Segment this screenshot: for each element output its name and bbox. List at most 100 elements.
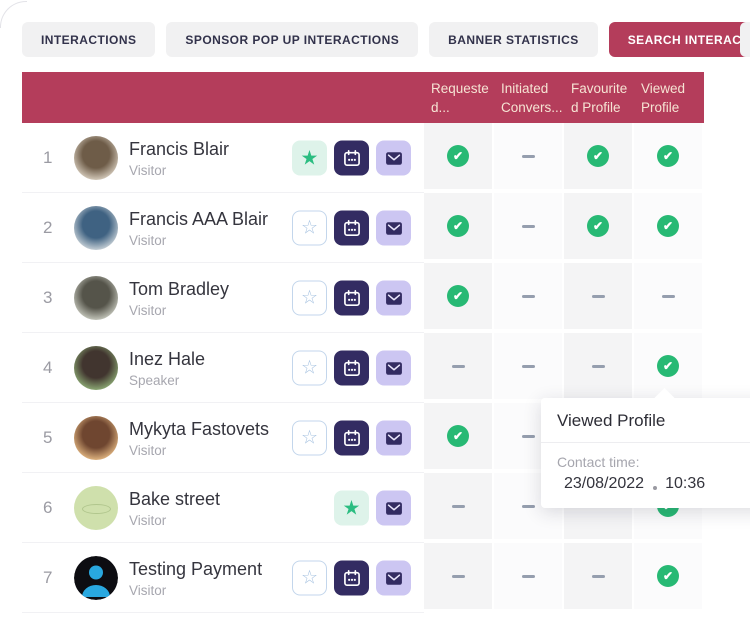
favorite-button[interactable]: ☆: [292, 281, 327, 316]
message-button[interactable]: [376, 421, 411, 456]
column-header-favourite-profile: Favourite d Profile: [564, 72, 634, 123]
favorite-button[interactable]: ☆: [292, 211, 327, 246]
table-body: 1 Francis Blair Visitor ★: [22, 123, 704, 613]
table-header: Requeste d...Initiated Convers...Favouri…: [22, 72, 704, 123]
avatar[interactable]: [74, 276, 118, 320]
dash-icon: [522, 225, 535, 228]
favorite-button[interactable]: ☆: [292, 351, 327, 386]
dash-icon: [452, 575, 465, 578]
user-role: Visitor: [129, 233, 268, 248]
user-info: Testing Payment Visitor: [129, 559, 262, 598]
tab-partial[interactable]: [740, 22, 750, 57]
status-viewed-profile[interactable]: ✔: [634, 543, 704, 613]
mail-icon: [384, 428, 404, 448]
dash-icon: [522, 365, 535, 368]
status-favourite-profile[interactable]: ✔: [564, 123, 634, 193]
logo-mark: [82, 504, 111, 514]
message-button[interactable]: [376, 211, 411, 246]
check-icon[interactable]: ✔: [447, 285, 469, 307]
row-actions: ☆: [269, 211, 411, 246]
check-icon[interactable]: ✔: [657, 145, 679, 167]
calendar-button[interactable]: [334, 421, 369, 456]
user-name: Bake street: [129, 489, 220, 510]
message-button[interactable]: [376, 351, 411, 386]
message-button[interactable]: [376, 561, 411, 596]
dash-icon: [522, 435, 535, 438]
avatar[interactable]: [74, 486, 118, 530]
check-icon[interactable]: ✔: [657, 565, 679, 587]
message-button[interactable]: [376, 491, 411, 526]
status-viewed-profile[interactable]: ✔: [634, 193, 704, 263]
calendar-button[interactable]: [334, 281, 369, 316]
user-role: Visitor: [129, 583, 262, 598]
message-button[interactable]: [376, 281, 411, 316]
tooltip-title: Viewed Profile: [541, 398, 750, 442]
user-name: Inez Hale: [129, 349, 205, 370]
status-requested[interactable]: ✔: [424, 123, 494, 193]
calendar-button[interactable]: [334, 351, 369, 386]
status-initiated-conversation: [494, 543, 564, 613]
mail-icon: [384, 288, 404, 308]
check-icon[interactable]: ✔: [587, 145, 609, 167]
check-icon[interactable]: ✔: [447, 145, 469, 167]
calendar-icon: [342, 358, 362, 378]
avatar[interactable]: [74, 416, 118, 460]
mail-icon: [384, 218, 404, 238]
avatar[interactable]: [74, 136, 118, 180]
dash-icon: [592, 295, 605, 298]
calendar-button[interactable]: [334, 211, 369, 246]
status-viewed-profile[interactable]: ✔: [634, 123, 704, 193]
star-icon: ★: [301, 148, 319, 168]
row-actions: ☆: [269, 351, 411, 386]
status-requested[interactable]: ✔: [424, 193, 494, 263]
favorite-button[interactable]: ☆: [292, 561, 327, 596]
check-icon[interactable]: ✔: [657, 355, 679, 377]
status-requested[interactable]: ✔: [424, 263, 494, 333]
column-header-requested: Requeste d...: [424, 72, 494, 123]
dash-icon: [522, 505, 535, 508]
tab-banner-statistics[interactable]: BANNER STATISTICS: [429, 22, 598, 57]
check-icon[interactable]: ✔: [657, 215, 679, 237]
user-info: Francis Blair Visitor: [129, 139, 229, 178]
person-icon: [74, 556, 118, 600]
favorite-button[interactable]: ★: [334, 491, 369, 526]
dash-icon: [522, 295, 535, 298]
row-index: 3: [43, 288, 74, 308]
mail-icon: [384, 568, 404, 588]
user-role: Visitor: [129, 303, 229, 318]
favorite-button[interactable]: ☆: [292, 421, 327, 456]
dash-icon: [592, 575, 605, 578]
tab-search-interaction[interactable]: SEARCH INTERACTION: [609, 22, 750, 57]
calendar-icon: [342, 218, 362, 238]
row-index: 6: [43, 498, 74, 518]
dash-icon: [522, 575, 535, 578]
user-info: Francis AAA Blair Visitor: [129, 209, 268, 248]
row-actions: ☆: [269, 281, 411, 316]
calendar-icon: [342, 288, 362, 308]
favorite-button[interactable]: ★: [292, 141, 327, 176]
check-icon[interactable]: ✔: [447, 215, 469, 237]
user-info: Bake street Visitor: [129, 489, 220, 528]
message-button[interactable]: [376, 141, 411, 176]
status-initiated-conversation: [494, 123, 564, 193]
status-favourite-profile[interactable]: ✔: [564, 193, 634, 263]
calendar-icon: [342, 428, 362, 448]
row-actions: ★: [269, 141, 411, 176]
tab-interactions[interactable]: INTERACTIONS: [22, 22, 155, 57]
avatar[interactable]: [74, 206, 118, 250]
viewed-profile-tooltip: Viewed Profile Contact time: 23/08/2022 …: [541, 398, 750, 508]
status-requested[interactable]: ✔: [424, 403, 494, 473]
status-favourite-profile: [564, 333, 634, 403]
check-icon[interactable]: ✔: [587, 215, 609, 237]
mail-icon: [384, 358, 404, 378]
calendar-button[interactable]: [334, 561, 369, 596]
tab-sponsor-pop-up-interactions[interactable]: SPONSOR POP UP INTERACTIONS: [166, 22, 418, 57]
avatar[interactable]: [74, 556, 118, 600]
column-header-initiated-conversation: Initiated Convers...: [494, 72, 564, 123]
avatar[interactable]: [74, 346, 118, 390]
user-name: Tom Bradley: [129, 279, 229, 300]
check-icon[interactable]: ✔: [447, 425, 469, 447]
user-info: Inez Hale Speaker: [129, 349, 205, 388]
status-initiated-conversation: [494, 193, 564, 263]
calendar-button[interactable]: [334, 141, 369, 176]
